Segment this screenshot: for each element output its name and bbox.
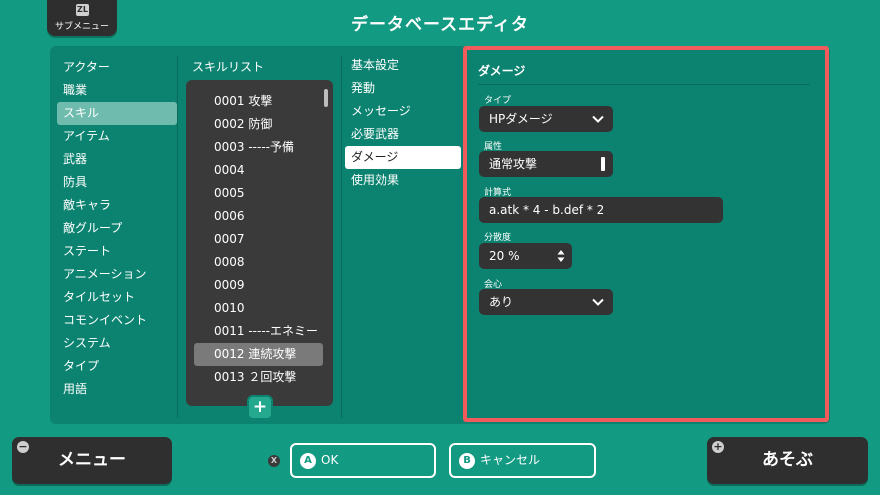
tab-invocation[interactable]: 発動 bbox=[345, 77, 461, 100]
skill-item-selected[interactable]: 0012 連続攻撃 bbox=[194, 343, 323, 366]
category-item-enemy[interactable]: 敵キャラ bbox=[57, 194, 177, 217]
bar-icon bbox=[601, 157, 605, 171]
category-item-skill[interactable]: スキル bbox=[57, 102, 177, 125]
x-button-icon: X bbox=[268, 455, 280, 467]
play-label: あそぶ bbox=[762, 450, 813, 470]
settings-tab-list: 基本設定 発動 メッセージ 必要武器 ダメージ 使用効果 bbox=[345, 54, 461, 192]
skill-item[interactable]: 0004 bbox=[196, 159, 323, 182]
tab-required-weapon[interactable]: 必要武器 bbox=[345, 123, 461, 146]
category-item-weapon[interactable]: 武器 bbox=[57, 148, 177, 171]
title-divider bbox=[478, 84, 810, 85]
skill-item[interactable]: 0009 bbox=[196, 274, 323, 297]
a-button-icon: A bbox=[300, 452, 316, 469]
skill-item[interactable]: 0011 -----エネミー bbox=[196, 320, 323, 343]
category-item-terms[interactable]: 用語 bbox=[57, 378, 177, 401]
plus-icon: + bbox=[712, 440, 724, 453]
skill-item[interactable]: 0003 -----予備 bbox=[196, 136, 323, 159]
element-value: 通常攻撃 bbox=[489, 157, 538, 171]
skill-item[interactable]: 0007 bbox=[196, 228, 323, 251]
b-button-icon: B bbox=[459, 452, 475, 469]
category-item-armor[interactable]: 防具 bbox=[57, 171, 177, 194]
category-item-troop[interactable]: 敵グループ bbox=[57, 217, 177, 240]
menu-button[interactable]: − メニュー bbox=[12, 437, 172, 484]
skill-list-scrollbar[interactable] bbox=[324, 89, 328, 107]
add-skill-button[interactable]: + bbox=[249, 397, 271, 418]
critical-select[interactable]: あり bbox=[479, 289, 613, 315]
column-divider bbox=[177, 56, 178, 418]
category-item-actor[interactable]: アクター bbox=[57, 56, 177, 79]
variance-stepper[interactable]: 20 % bbox=[479, 243, 572, 269]
skill-item[interactable]: 0010 bbox=[196, 297, 323, 320]
cancel-label: キャンセル bbox=[480, 453, 541, 467]
element-select[interactable]: 通常攻撃 bbox=[479, 151, 613, 177]
tab-message[interactable]: メッセージ bbox=[345, 100, 461, 123]
category-item-animation[interactable]: アニメーション bbox=[57, 263, 177, 286]
category-item-system[interactable]: システム bbox=[57, 332, 177, 355]
variance-value: 20 % bbox=[489, 249, 520, 263]
ok-button[interactable]: A OK bbox=[290, 443, 436, 478]
chevron-down-icon bbox=[592, 115, 604, 123]
category-item-tileset[interactable]: タイルセット bbox=[57, 286, 177, 309]
variance-label: 分散度 bbox=[484, 233, 512, 243]
ok-label: OK bbox=[321, 453, 339, 467]
category-item-type[interactable]: タイプ bbox=[57, 355, 177, 378]
skill-item[interactable]: 0002 防御 bbox=[196, 113, 323, 136]
formula-input[interactable]: a.atk * 4 - b.def * 2 bbox=[479, 197, 723, 223]
chevron-down-icon bbox=[592, 298, 604, 306]
damage-type-select[interactable]: HPダメージ bbox=[479, 106, 613, 132]
damage-type-value: HPダメージ bbox=[489, 112, 553, 126]
play-button[interactable]: + あそぶ bbox=[707, 437, 868, 484]
category-item-item[interactable]: アイテム bbox=[57, 125, 177, 148]
cancel-button[interactable]: B キャンセル bbox=[449, 443, 596, 478]
skill-list-header: スキルリスト bbox=[192, 60, 265, 74]
column-divider bbox=[341, 56, 342, 418]
damage-title: ダメージ bbox=[478, 64, 526, 78]
category-item-class[interactable]: 職業 bbox=[57, 79, 177, 102]
skill-item[interactable]: 0001 攻撃 bbox=[196, 90, 323, 113]
tab-damage[interactable]: ダメージ bbox=[345, 146, 461, 169]
category-item-common-event[interactable]: コモンイベント bbox=[57, 309, 177, 332]
damage-panel bbox=[463, 46, 829, 422]
skill-item[interactable]: 0013 ２回攻撃 bbox=[196, 366, 323, 389]
skill-item[interactable]: 0008 bbox=[196, 251, 323, 274]
skill-item[interactable]: 0006 bbox=[196, 205, 323, 228]
skill-item[interactable]: 0005 bbox=[196, 182, 323, 205]
critical-value: あり bbox=[489, 295, 514, 309]
tab-basic[interactable]: 基本設定 bbox=[345, 54, 461, 77]
minus-icon: − bbox=[17, 440, 29, 453]
stepper-arrows-icon bbox=[557, 250, 565, 262]
tab-effects[interactable]: 使用効果 bbox=[345, 169, 461, 192]
category-item-state[interactable]: ステート bbox=[57, 240, 177, 263]
page-title: データベースエディタ bbox=[351, 15, 529, 35]
menu-label: メニュー bbox=[58, 450, 126, 470]
category-list: アクター 職業 スキル アイテム 武器 防具 敵キャラ 敵グループ ステート ア… bbox=[57, 56, 177, 401]
type-label: タイプ bbox=[484, 96, 512, 106]
skill-list: 0001 攻撃 0002 防御 0003 -----予備 0004 0005 0… bbox=[186, 80, 333, 406]
